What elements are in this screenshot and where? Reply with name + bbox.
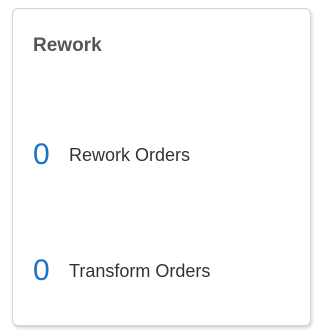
transform-orders-link[interactable]: 0 Transform Orders bbox=[33, 253, 210, 289]
card-title: Rework bbox=[33, 35, 102, 56]
rework-orders-link[interactable]: 0 Rework Orders bbox=[33, 137, 190, 173]
transform-orders-count: 0 bbox=[33, 254, 50, 287]
transform-orders-label: Transform Orders bbox=[69, 261, 211, 281]
rework-card: Rework 0 Rework Orders 0 Transform Order… bbox=[12, 8, 311, 326]
rework-orders-count: 0 bbox=[33, 138, 50, 171]
rework-orders-label: Rework Orders bbox=[69, 145, 191, 165]
